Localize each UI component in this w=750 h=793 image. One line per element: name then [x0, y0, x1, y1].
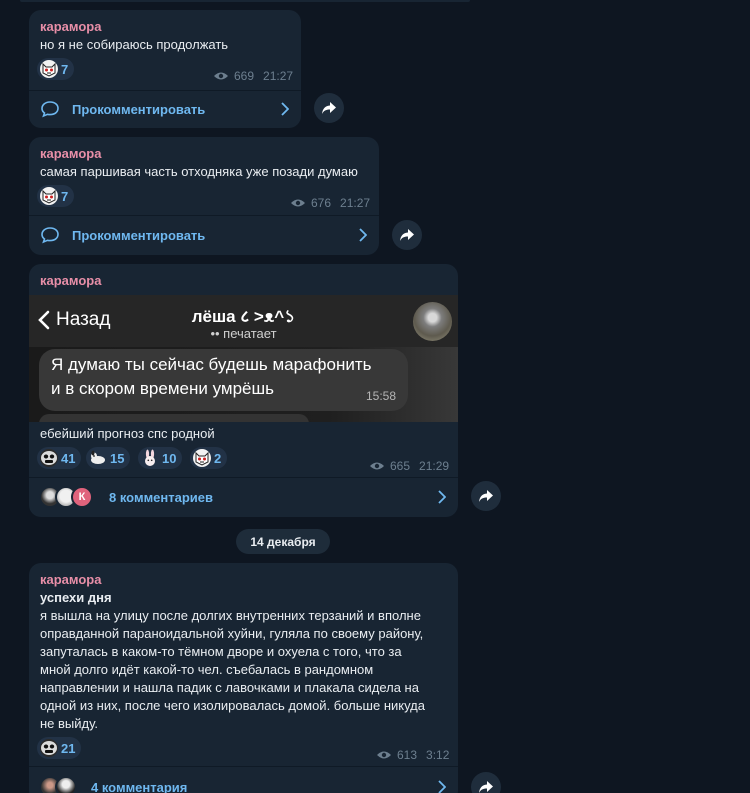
share-arrow-icon — [322, 102, 336, 114]
comment-label: 4 комментария — [91, 779, 188, 793]
divider — [29, 766, 458, 767]
share-arrow-icon — [479, 781, 493, 793]
comment-label: Прокомментировать — [72, 101, 206, 117]
skull-face-emoji-icon — [40, 739, 58, 757]
post-time: 21:29 — [419, 459, 450, 473]
avatar — [55, 776, 77, 793]
view-count: 665 — [390, 459, 411, 473]
share-button[interactable] — [392, 220, 422, 250]
view-count: 676 — [311, 196, 332, 210]
post-time: 21:27 — [263, 69, 294, 83]
reaction-chip[interactable]: 7 — [37, 185, 75, 207]
screenshot-contact-avatar — [413, 302, 452, 341]
view-count: 613 — [397, 748, 418, 762]
screenshot-message-bubble: Я думаю ты сейчас будешь марафонить и в … — [39, 349, 408, 411]
channel-post: карамора самая паршивая часть отходняка … — [29, 137, 379, 255]
post-author[interactable]: карамора — [40, 572, 101, 587]
commenter-avatars: К — [39, 486, 93, 508]
reaction-chip[interactable]: 21 — [37, 737, 82, 759]
screenshot-next-bubble — [39, 414, 309, 422]
channel-post: карамора Назад лёша ८ >ᴥ^১ •• печатает Я… — [29, 264, 458, 517]
reaction-count: 21 — [61, 740, 76, 756]
comment-bubble-icon — [41, 101, 59, 118]
screenshot-typing-status: •• печатает — [210, 326, 277, 341]
chevron-right-icon — [438, 780, 446, 793]
post-text: но я не собираюсь продолжать — [40, 37, 229, 52]
dog-emoji-icon — [89, 449, 107, 467]
post-time: 21:27 — [340, 196, 371, 210]
commenter-avatars — [39, 776, 77, 793]
post-text-line: я вышла на улицу после долгих внутренних… — [40, 608, 421, 623]
post-meta: 669 21:27 — [213, 69, 293, 83]
reaction-chip[interactable]: 41 — [37, 447, 82, 469]
comment-button[interactable]: Прокомментировать — [29, 90, 301, 128]
channel-post: карамора успехи дня я вышла на улицу пос… — [29, 563, 458, 793]
comment-label: Прокомментировать — [72, 227, 206, 243]
post-author[interactable]: карамора — [40, 19, 101, 34]
post-text: ебейший прогноз спс родной — [40, 426, 215, 441]
post-text-line: запуталась в каком-то тёмном дворе и оху… — [40, 644, 402, 659]
views-eye-icon — [377, 751, 391, 759]
reaction-count: 41 — [61, 450, 76, 466]
reaction-count: 15 — [110, 450, 125, 466]
post-title: успехи дня — [40, 590, 112, 605]
screenshot-message-line: Я думаю ты сейчас будешь марафонить — [51, 355, 372, 374]
comment-button[interactable]: Прокомментировать — [29, 216, 379, 254]
reaction-chip[interactable]: 2 — [190, 447, 228, 469]
reaction-chip[interactable]: 15 — [86, 447, 131, 469]
post-text-line: одной из них, после чего изолировалась д… — [40, 698, 425, 713]
cat-mask-emoji-icon — [40, 187, 58, 205]
skull-face-emoji-icon — [40, 449, 58, 467]
post-author[interactable]: карамора — [40, 273, 101, 288]
reaction-count: 7 — [61, 61, 69, 77]
chevron-right-icon — [359, 228, 367, 242]
post-text-line: не выйду. — [40, 716, 98, 731]
avatar-initial: К — [78, 491, 86, 503]
post-time: 3:12 — [426, 748, 450, 762]
reaction-chip[interactable]: 10 — [138, 447, 183, 469]
post-text-line: мной долго идёт какой-то чел. съебалась … — [40, 662, 374, 677]
views-eye-icon — [214, 72, 228, 80]
reaction-chip[interactable]: 7 — [37, 58, 75, 80]
chevron-right-icon — [281, 102, 289, 116]
reaction-count: 2 — [214, 450, 222, 466]
bunny-emoji-icon — [141, 449, 159, 467]
views-eye-icon — [291, 199, 305, 207]
share-arrow-icon — [479, 490, 493, 502]
screenshot-message-time: 15:58 — [366, 389, 397, 403]
post-meta: 665 21:29 — [369, 459, 449, 473]
chevron-right-icon — [438, 490, 446, 504]
post-author[interactable]: карамора — [40, 146, 101, 161]
comments-button[interactable]: К 8 комментариев — [29, 478, 458, 516]
post-text-line: оправданной параноидальной хуйни, гуляла… — [40, 626, 424, 641]
share-button[interactable] — [314, 93, 344, 123]
attached-screenshot[interactable]: Назад лёша ८ >ᴥ^১ •• печатает Я думаю ты… — [29, 295, 458, 422]
views-eye-icon — [370, 462, 384, 470]
share-arrow-icon — [400, 229, 414, 241]
share-button[interactable] — [471, 481, 501, 511]
reaction-count: 7 — [61, 188, 69, 204]
share-button[interactable] — [471, 772, 501, 793]
comment-label: 8 комментариев — [109, 489, 214, 505]
cat-mask-emoji-icon — [40, 60, 58, 78]
post-text: самая паршивая часть отходняка уже позад… — [40, 164, 358, 179]
date-separator: 14 декабря — [236, 529, 330, 554]
screenshot-message-line: и в скором времени умрёшь — [51, 379, 274, 398]
comments-button[interactable]: 4 комментария — [29, 768, 458, 793]
cat-mask-emoji-icon — [193, 449, 211, 467]
post-meta: 613 3:12 — [376, 748, 449, 762]
comment-bubble-icon — [41, 227, 59, 244]
previous-message-edge — [20, 0, 470, 2]
avatar: К — [71, 486, 93, 508]
view-count: 669 — [234, 69, 255, 83]
reaction-count: 10 — [162, 450, 177, 466]
post-meta: 676 21:27 — [290, 196, 370, 210]
channel-post: карамора но я не собираюсь продолжать 7 … — [29, 10, 301, 128]
post-text-line: направлении и нашла падик с лавочками и … — [40, 680, 419, 695]
